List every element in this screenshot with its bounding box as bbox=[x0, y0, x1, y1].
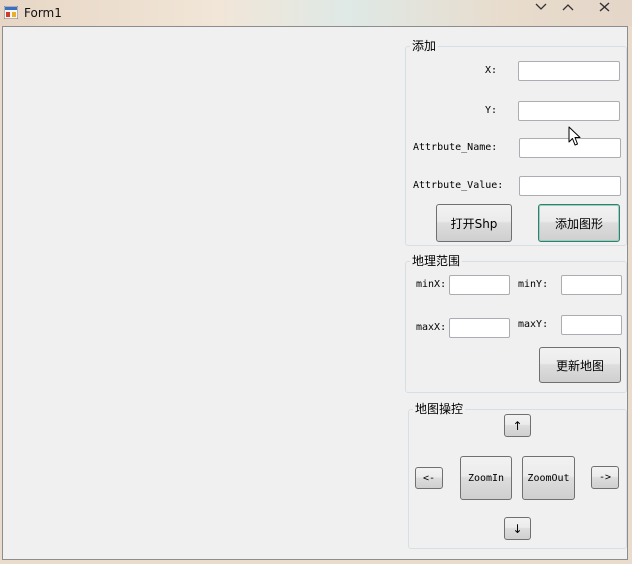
maxy-label: maxY: bbox=[518, 319, 549, 330]
pan-right-button[interactable]: -> bbox=[591, 466, 619, 489]
attribute-value-label: Attrbute_Value: bbox=[413, 180, 504, 191]
maxy-input[interactable] bbox=[561, 315, 622, 335]
minx-input[interactable] bbox=[449, 275, 510, 295]
update-map-button[interactable]: 更新地图 bbox=[539, 347, 621, 383]
miny-label: minY: bbox=[518, 279, 549, 290]
attribute-value-input[interactable] bbox=[519, 176, 621, 196]
extent-group-title: 地理范围 bbox=[410, 253, 463, 269]
zoom-in-button[interactable]: ZoomIn bbox=[460, 456, 512, 500]
minx-label: minX: bbox=[416, 279, 447, 290]
zoom-out-button[interactable]: ZoomOut bbox=[522, 456, 575, 500]
close-button[interactable] bbox=[593, 0, 615, 14]
map-control-group-title: 地图操控 bbox=[413, 401, 466, 417]
minimize-icon bbox=[535, 3, 547, 10]
maxx-label: maxX: bbox=[416, 322, 447, 333]
y-input[interactable] bbox=[518, 101, 620, 121]
y-label: Y: bbox=[485, 105, 498, 116]
open-shp-button[interactable]: 打开Shp bbox=[436, 204, 512, 242]
x-label: X: bbox=[485, 65, 498, 76]
window-title: Form1 bbox=[24, 6, 62, 20]
miny-input[interactable] bbox=[561, 275, 622, 295]
maxx-input[interactable] bbox=[449, 318, 510, 338]
close-icon bbox=[599, 2, 609, 12]
add-group-title: 添加 bbox=[410, 38, 439, 54]
pan-up-button[interactable]: ↑ bbox=[504, 414, 531, 437]
pan-down-button[interactable]: ↓ bbox=[504, 517, 531, 540]
mouse-pointer-icon bbox=[568, 126, 581, 146]
maximize-icon bbox=[562, 4, 574, 11]
add-shape-button[interactable]: 添加图形 bbox=[538, 204, 620, 242]
window-title-bar[interactable]: Form1 bbox=[0, 0, 632, 26]
x-input[interactable] bbox=[518, 61, 620, 81]
maximize-button[interactable] bbox=[557, 0, 579, 14]
pan-left-button[interactable]: <- bbox=[415, 467, 443, 489]
attribute-name-label: Attrbute_Name: bbox=[413, 142, 498, 153]
winforms-app-icon bbox=[4, 6, 18, 19]
minimize-button[interactable] bbox=[530, 0, 552, 14]
